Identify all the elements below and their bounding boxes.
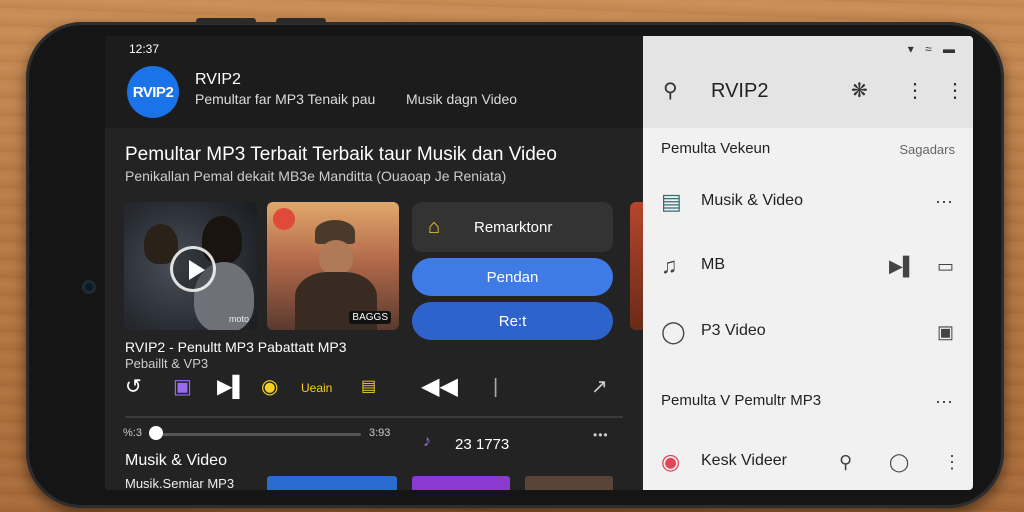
power-button — [276, 18, 326, 24]
thumbnail-strip-item[interactable] — [525, 476, 613, 490]
menu-heading: Pemulta V Pemultr MP3 — [661, 392, 822, 409]
chat-icon[interactable]: ▣ — [173, 376, 192, 398]
thumbnail-face — [319, 240, 353, 274]
menu-item-label: Kesk Videer — [701, 452, 787, 469]
cast-icon[interactable]: ▭ — [937, 256, 954, 276]
app-subtitle: Pemultar far MP3 Tenaik pau — [195, 91, 376, 107]
section-subtitle: Musik.Semiar MP3 — [125, 476, 235, 490]
menu-item-label: MB — [701, 256, 725, 273]
status-time: 12:37 — [129, 42, 160, 56]
side-menu: ▾ ≈ ▬ ⚲ RVIP2 ❋ ⋮ ⋮ Pemulta Vekeun Sagad… — [643, 36, 973, 490]
player-pane: 12:37 RVIP2 RVIP2 Pemultar far MP3 Tenai… — [105, 36, 643, 490]
grid-dots-icon[interactable]: ⋯ — [935, 192, 953, 212]
menu-section-label: Pemulta Vekeun — [661, 140, 771, 157]
video-thumbnail-partial[interactable] — [630, 202, 643, 330]
app-header: 12:37 RVIP2 RVIP2 Pemultar far MP3 Tenai… — [105, 36, 643, 128]
media-icon[interactable]: ▤ — [361, 376, 376, 398]
rewind-icon[interactable]: ◀◀ — [421, 375, 458, 399]
video-thumbnail[interactable]: moto — [124, 202, 257, 330]
page-title: Pemultar MP3 Terbait Terbaik taur Musik … — [125, 144, 557, 165]
search-icon[interactable]: ⚲ — [663, 80, 678, 102]
comment-icon[interactable]: ◉ — [261, 376, 278, 398]
share-icon[interactable]: ↗ — [591, 376, 608, 398]
track-title: RVIP2 - Penultt MP3 Pabattatt MP3 — [125, 339, 347, 355]
music-note-icon: ♫ — [661, 253, 678, 278]
menu-item-label: Musik & Video — [701, 192, 803, 209]
thumbnail-sticker — [273, 208, 295, 230]
timer-icon: ◯ — [661, 319, 686, 344]
front-camera — [82, 280, 96, 294]
thumbnail-strip-item[interactable] — [267, 476, 397, 490]
menu-title: RVIP2 — [711, 80, 769, 102]
more-vert-icon[interactable]: ⋮ — [943, 452, 961, 472]
app-title: RVIP2 — [195, 71, 241, 88]
skip-next-icon[interactable]: ▶▌ — [217, 376, 247, 398]
thumbnail-badge: moto — [228, 314, 249, 324]
pendan-button[interactable]: Pendan — [412, 258, 613, 296]
status-icons: ▾ ≈ ▬ — [907, 42, 959, 56]
search-icon[interactable]: ⚲ — [839, 452, 852, 472]
seek-bar[interactable] — [153, 433, 361, 436]
music-note-icon: ♪ — [423, 433, 431, 450]
play-count: 23 1773 — [455, 436, 510, 453]
video-thumbnail[interactable]: BAGGS — [267, 202, 399, 330]
replay-icon[interactable]: ↺ — [125, 376, 142, 398]
thumbnail-badge: BAGGS — [349, 311, 391, 324]
text-button[interactable]: Ueain — [301, 381, 332, 395]
thumbnail-strip-item[interactable] — [412, 476, 510, 490]
screen: 12:37 RVIP2 RVIP2 Pemultar far MP3 Tenai… — [105, 36, 973, 490]
time-total: 3:93 — [369, 427, 391, 439]
page-subtitle: Penikallan Pemal dekait MB3e Manditta (O… — [125, 168, 507, 184]
app-logo[interactable]: RVIP2 — [127, 66, 179, 118]
menu-item-label: P3 Video — [701, 322, 766, 339]
divider-icon: | — [493, 376, 499, 398]
play-icon[interactable] — [170, 246, 216, 292]
track-subtitle: Pebaillt & VP3 — [125, 356, 209, 371]
remark-label: Remarktonr — [474, 218, 553, 236]
menu-header: ▾ ≈ ▬ ⚲ RVIP2 ❋ ⋮ ⋮ — [643, 36, 973, 128]
rest-button[interactable]: Re:t — [412, 302, 613, 340]
app-subtitle-secondary: Musik dagn Video — [406, 91, 518, 107]
section-title: Musik & Video — [125, 452, 227, 469]
more-horiz-icon[interactable]: ⋯ — [935, 392, 953, 412]
more-icon[interactable]: ••• — [593, 428, 609, 442]
square-icon[interactable]: ▣ — [937, 322, 954, 342]
overflow-icon[interactable]: ⋮ — [945, 80, 965, 102]
menu-section-link[interactable]: Sagadars — [899, 142, 955, 157]
time-elapsed: %:3 — [123, 427, 142, 439]
divider — [125, 416, 623, 418]
home-icon: ⌂ — [428, 216, 441, 238]
record-icon: ◉ — [661, 449, 681, 474]
badge-icon[interactable]: ❋ — [851, 80, 868, 102]
more-vert-icon[interactable]: ⋮ — [905, 80, 925, 102]
volume-button — [196, 18, 256, 24]
play-icon[interactable]: ▶▌ — [889, 256, 916, 276]
music-folder-icon: ▤ — [661, 189, 682, 214]
circle-icon[interactable]: ◯ — [889, 452, 909, 472]
remark-button[interactable]: ⌂ Remarktonr — [412, 202, 613, 252]
seek-handle[interactable] — [149, 426, 163, 440]
